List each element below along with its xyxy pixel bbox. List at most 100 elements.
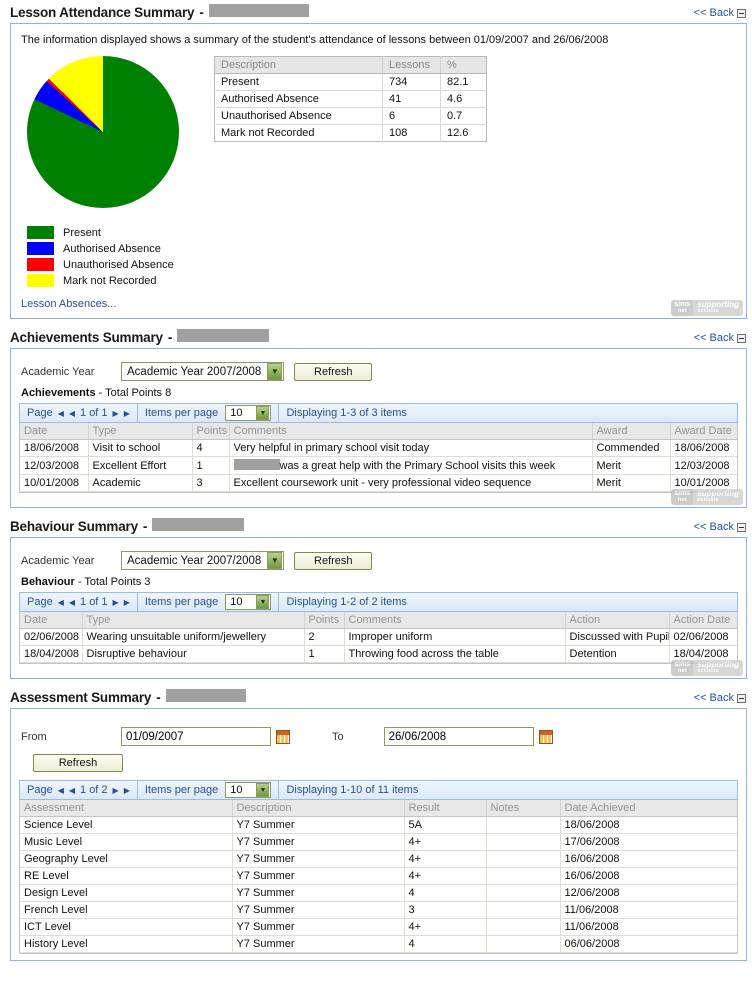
- items-per-page-select[interactable]: 10 ▼: [225, 782, 272, 798]
- student-name-redacted: [208, 4, 309, 17]
- collapse-icon[interactable]: [737, 693, 746, 703]
- achievements-back-control[interactable]: << Back: [694, 332, 746, 344]
- achievements-cell-comments: was a great help with the Primary School…: [229, 456, 593, 475]
- assessment-cell-notes: [486, 833, 561, 851]
- chevron-down-icon[interactable]: ▼: [256, 406, 270, 420]
- academic-year-select[interactable]: Academic Year 2007/2008 ▼: [121, 362, 285, 381]
- table-row: History Level Y7 Summer 4 06/06/2008: [20, 935, 737, 953]
- attendance-chart-legend: Present Authorised Absence Unauthorised Ab…: [27, 226, 214, 287]
- chevron-down-icon[interactable]: ▼: [256, 595, 270, 609]
- attendance-cell-description: Unauthorised Absence: [214, 107, 383, 125]
- collapse-icon[interactable]: [737, 522, 746, 532]
- refresh-button[interactable]: Refresh: [294, 362, 373, 381]
- collapse-icon[interactable]: [737, 8, 746, 18]
- first-page-icon[interactable]: ◀: [58, 598, 64, 607]
- pager-page-label: Page: [27, 784, 53, 796]
- assessment-section-header: Assessment Summary - << Back: [0, 685, 752, 708]
- achievements-cell-award_date: 18/06/2008: [670, 439, 737, 457]
- behaviour-cell-action_date: 02/06/2008: [669, 628, 737, 646]
- pager-items-segment[interactable]: Items per page 10 ▼: [138, 593, 279, 611]
- behaviour-subtitle-bold: Behaviour: [21, 576, 75, 588]
- behaviour-cell-comments: Throwing food across the table: [344, 645, 566, 663]
- behaviour-cell-type: Wearing unsuitable uniform/jewellery: [82, 628, 305, 646]
- table-row: Mark not Recorded 108 12.6: [214, 124, 487, 142]
- to-date-input[interactable]: [383, 727, 534, 746]
- first-page-icon[interactable]: ◀: [58, 786, 64, 795]
- calendar-icon[interactable]: [276, 729, 290, 744]
- pager-displaying-segment: Displaying 1-3 of 3 items: [279, 404, 413, 422]
- achievements-grid-wrapper: Date Type Points Comments Award Award Date 18…: [19, 423, 738, 493]
- table-row: 12/03/2008 Excellent Effort 1 was a great h…: [20, 456, 737, 475]
- assessment-cell-date: 17/06/2008: [560, 833, 737, 851]
- pager-page-segment[interactable]: Page ◀ ◀ 1 of 2 ▶ ▶: [20, 781, 137, 799]
- behaviour-total-points: - Total Points 3: [74, 576, 151, 588]
- assessment-cell-assessment: French Level: [20, 901, 233, 919]
- assessment-title: Assessment Summary: [10, 690, 152, 705]
- refresh-button[interactable]: Refresh: [294, 551, 373, 570]
- behaviour-grid-wrapper: Date Type Points Comments Action Action Date …: [19, 612, 738, 664]
- achievements-cell-award: Commended: [592, 439, 671, 457]
- last-page-icon[interactable]: ▶: [124, 409, 130, 418]
- pager-items-segment[interactable]: Items per page 10 ▼: [138, 404, 279, 422]
- attendance-back-control[interactable]: << Back: [694, 7, 746, 19]
- collapse-icon[interactable]: [737, 333, 746, 343]
- prev-page-icon[interactable]: ◀: [69, 598, 75, 607]
- achievements-cell-award: Merit: [592, 456, 671, 475]
- prev-page-icon[interactable]: ◀: [69, 409, 75, 418]
- assessment-cell-description: Y7 Summer: [232, 850, 405, 868]
- chevron-down-icon[interactable]: ▼: [267, 552, 283, 569]
- pager-displaying-text: Displaying 1-3 of 3 items: [286, 407, 407, 419]
- items-per-page-select[interactable]: 10 ▼: [225, 594, 272, 610]
- assessment-panel: From To Refresh Page ◀ ◀ 1 of 2 ▶ ▶: [10, 708, 747, 961]
- academic-year-label: Academic Year: [21, 554, 95, 567]
- behaviour-back-control[interactable]: << Back: [694, 521, 746, 533]
- next-page-icon[interactable]: ▶: [113, 786, 119, 795]
- lesson-absences-link[interactable]: Lesson Absences...: [21, 298, 116, 310]
- assessment-cell-notes: [486, 867, 561, 885]
- pager-page-segment[interactable]: Page ◀ ◀ 1 of 1 ▶ ▶: [20, 404, 137, 422]
- attendance-cell-percent: 82.1: [440, 73, 487, 91]
- achievements-pager[interactable]: Page ◀ ◀ 1 of 1 ▶ ▶ Items per page 10 ▼: [19, 403, 738, 423]
- achievements-header-award-date: Award Date: [670, 423, 737, 440]
- refresh-button[interactable]: Refresh: [33, 754, 123, 772]
- academic-year-select[interactable]: Academic Year 2007/2008 ▼: [121, 551, 285, 570]
- last-page-icon[interactable]: ▶: [124, 598, 130, 607]
- back-link[interactable]: << Back: [694, 521, 734, 533]
- attendance-header-percent: %: [440, 56, 487, 74]
- chevron-down-icon[interactable]: ▼: [267, 363, 283, 380]
- chevron-down-icon[interactable]: ▼: [256, 783, 270, 797]
- assessment-header-notes: Notes: [486, 800, 561, 817]
- academic-year-label: Academic Year: [21, 365, 95, 378]
- assessment-cell-date: 11/06/2008: [560, 918, 737, 936]
- achievements-header-points: Points: [192, 423, 230, 440]
- assessment-grid-wrapper: Assessment Description Result Notes Date Ach…: [19, 800, 738, 954]
- first-page-icon[interactable]: ◀: [58, 409, 64, 418]
- back-link[interactable]: << Back: [694, 692, 734, 704]
- pager-items-segment[interactable]: Items per page 10 ▼: [138, 781, 279, 799]
- assessment-cell-date: 12/06/2008: [560, 884, 737, 902]
- back-link[interactable]: << Back: [694, 332, 734, 344]
- back-link[interactable]: << Back: [694, 7, 734, 19]
- pager-page-segment[interactable]: Page ◀ ◀ 1 of 1 ▶ ▶: [20, 593, 137, 611]
- assessment-cell-result: 4+: [404, 850, 487, 868]
- assessment-back-control[interactable]: << Back: [694, 692, 746, 704]
- legend-swatch-authorised-absence: [27, 242, 54, 255]
- prev-page-icon[interactable]: ◀: [69, 786, 75, 795]
- calendar-icon[interactable]: [538, 729, 553, 744]
- next-page-icon[interactable]: ▶: [113, 598, 119, 607]
- last-page-icon[interactable]: ▶: [124, 786, 130, 795]
- next-page-icon[interactable]: ▶: [113, 409, 119, 418]
- items-per-page-select[interactable]: 10 ▼: [225, 405, 272, 421]
- behaviour-pager[interactable]: Page ◀ ◀ 1 of 1 ▶ ▶ Items per page 10 ▼: [19, 592, 738, 612]
- logo-sims-sub: net: [677, 668, 687, 674]
- assessment-cell-date: 16/06/2008: [560, 867, 737, 885]
- attendance-panel: The information displayed shows a summar…: [10, 23, 747, 319]
- title-dash: -: [167, 330, 173, 345]
- achievements-cell-points: 3: [192, 474, 230, 492]
- achievements-cell-date: 12/03/2008: [20, 456, 89, 475]
- assessment-date-range-row: From To: [21, 727, 738, 746]
- table-row: Geography Level Y7 Summer 4+ 16/06/2008: [20, 850, 737, 868]
- from-date-input[interactable]: [121, 727, 271, 746]
- assessment-pager[interactable]: Page ◀ ◀ 1 of 2 ▶ ▶ Items per page 10 ▼: [19, 780, 738, 800]
- table-row: French Level Y7 Summer 3 11/06/2008: [20, 901, 737, 919]
